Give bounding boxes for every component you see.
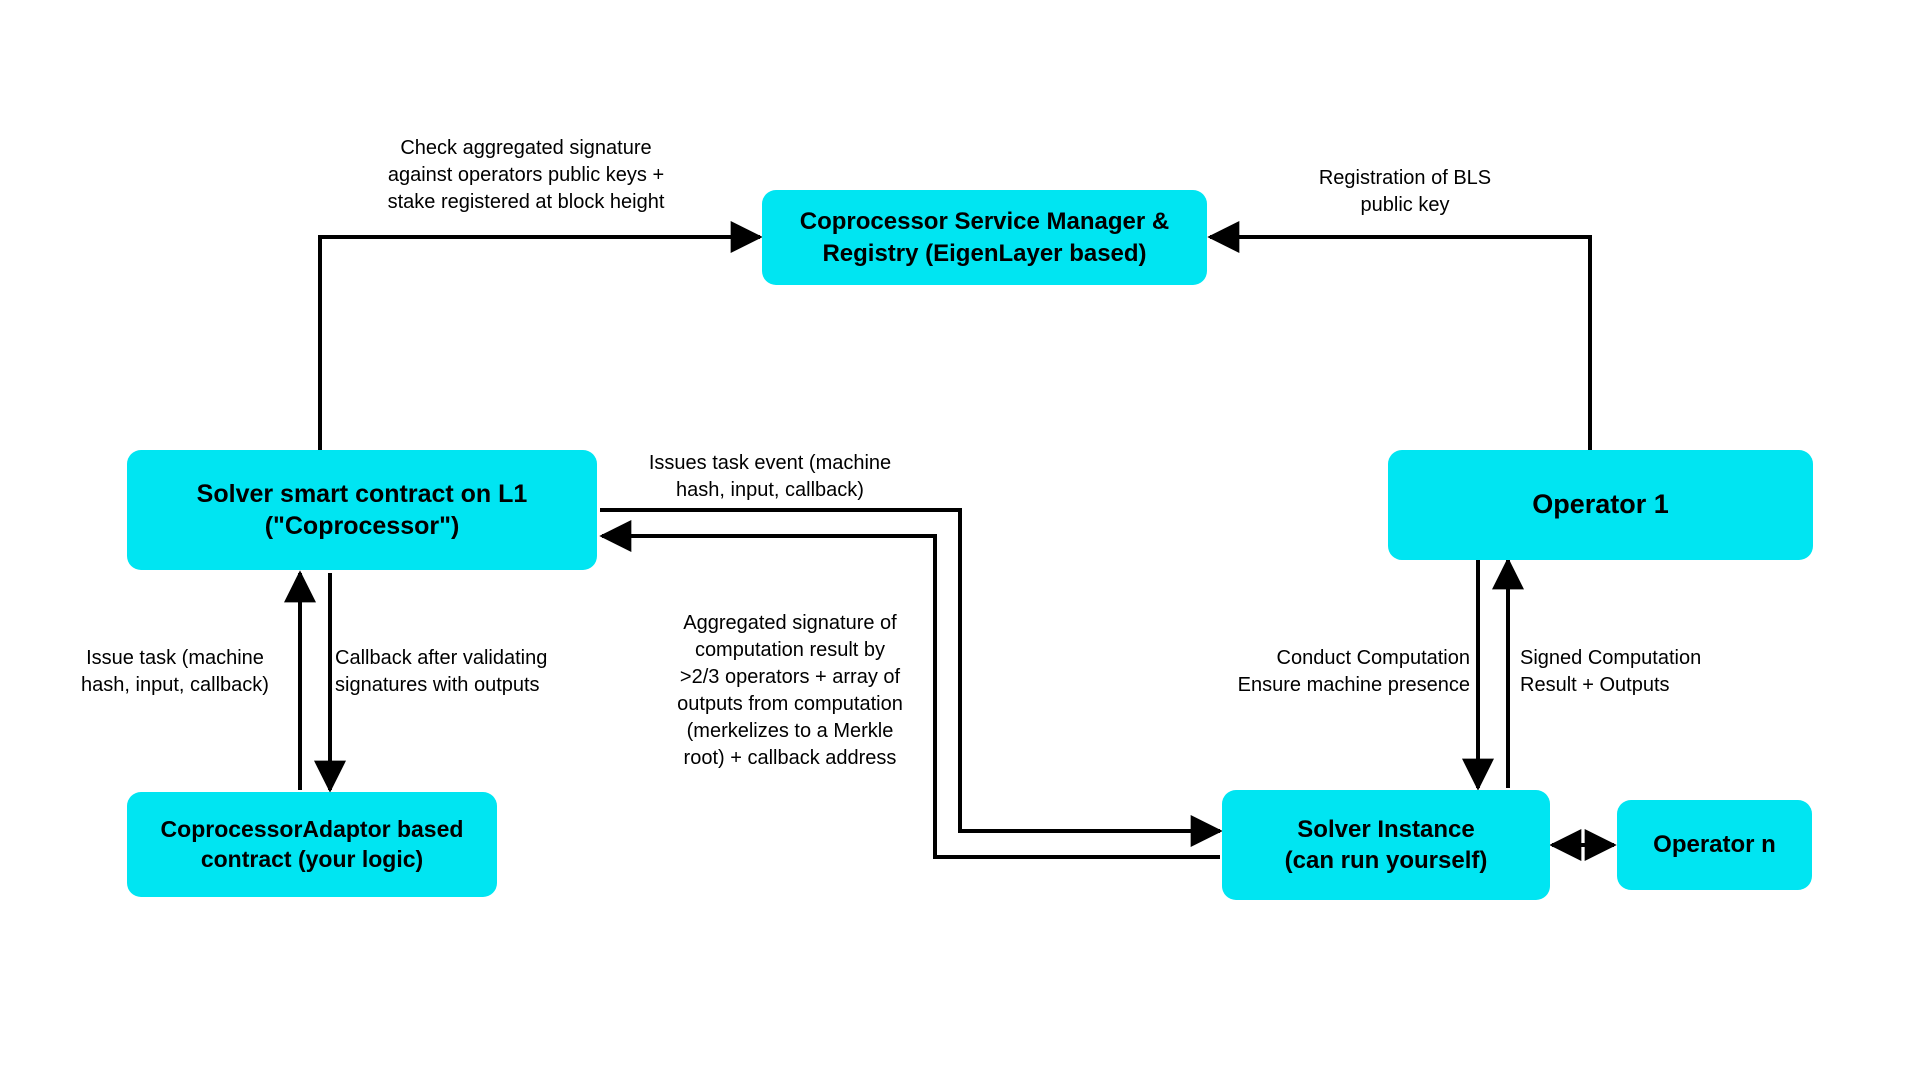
node-solver-instance: Solver Instance (can run yourself) [1222, 790, 1550, 900]
node-service-manager: Coprocessor Service Manager & Registry (… [762, 190, 1207, 285]
label-issue-task: Issue task (machine hash, input, callbac… [60, 645, 290, 699]
label-conduct-comp: Conduct Computation Ensure machine prese… [1210, 645, 1470, 699]
node-operator1: Operator 1 [1388, 450, 1813, 560]
label-issue-task-event: Issues task event (machine hash, input, … [620, 450, 920, 504]
operator-n-text: Operator n [1653, 829, 1776, 860]
service-manager-line2: Registry (EigenLayer based) [822, 240, 1146, 267]
operator1-text: Operator 1 [1532, 487, 1669, 522]
solver-contract-line1: Solver smart contract on L1 [197, 480, 528, 508]
node-operator-n: Operator n [1617, 800, 1812, 890]
adaptor-line1: CoprocessorAdaptor based [161, 816, 464, 842]
node-solver-contract: Solver smart contract on L1 ("Coprocesso… [127, 450, 597, 570]
label-signed-result: Signed Computation Result + Outputs [1520, 645, 1760, 699]
node-adaptor-contract: CoprocessorAdaptor based contract (your … [127, 792, 497, 897]
solver-instance-line1: Solver Instance [1297, 816, 1474, 843]
service-manager-line1: Coprocessor Service Manager & [800, 208, 1169, 235]
label-check-sig: Check aggregated signature against opera… [356, 135, 696, 216]
label-agg-sig: Aggregated signature of computation resu… [650, 610, 930, 772]
solver-instance-line2: (can run yourself) [1285, 847, 1488, 874]
label-callback-validate: Callback after validating signatures wit… [335, 645, 595, 699]
adaptor-line2: contract (your logic) [201, 846, 423, 872]
label-reg-bls: Registration of BLS public key [1280, 165, 1530, 219]
solver-contract-line2: ("Coprocessor") [265, 512, 460, 540]
